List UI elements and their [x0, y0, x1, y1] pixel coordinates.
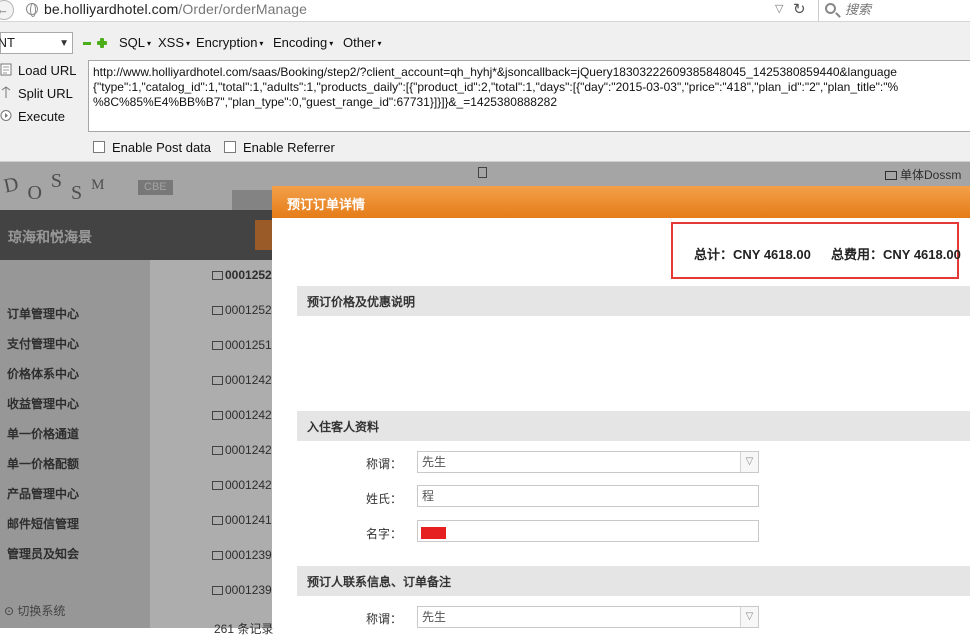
minus-icon[interactable] [83, 42, 91, 45]
search-icon [825, 3, 836, 14]
url-line: http://www.holliyardhotel.com/saas/Booki… [93, 65, 897, 79]
chevron-down-icon: ▼ [59, 38, 69, 49]
section-price-info: 预订价格及优惠说明 [297, 286, 970, 316]
hackbar-toolbar: INT ▼ SQL XSS Encryption Encoding Other … [0, 22, 970, 162]
chevron-down-icon: ▽ [740, 607, 758, 627]
plus-icon[interactable] [97, 38, 107, 48]
checkbox-box[interactable] [224, 141, 236, 153]
contact-title-label: 称谓： [365, 612, 402, 626]
enable-post-label: Enable Post data [112, 140, 212, 155]
guest-surname-label: 姓氏： [365, 492, 402, 506]
total-amount: 总计：CNY 4618.00 [694, 247, 811, 262]
url-path: /Order/orderManage [178, 1, 308, 17]
split-url-button[interactable]: Split URL [0, 84, 80, 104]
search-input[interactable] [845, 2, 965, 17]
guest-name-input[interactable] [417, 520, 759, 542]
menu-encoding[interactable]: Encoding [273, 35, 333, 50]
globe-icon [26, 3, 38, 17]
dialog-header: 预订订单详情 [272, 186, 970, 218]
redaction-mark [421, 527, 446, 539]
int-select[interactable]: INT ▼ [0, 32, 73, 54]
url-line: {"type":1,"catalog_id":1,"total":1,"adul… [93, 80, 899, 94]
menu-encryption[interactable]: Encryption [196, 35, 263, 50]
contact-title-value: 先生 [422, 610, 447, 624]
total-fee: 总费用：CNY 4618.00 [831, 247, 961, 262]
search-box[interactable] [818, 0, 970, 21]
url-host: be.holliyardhotel.com [44, 1, 179, 17]
split-url-icon [1, 86, 11, 98]
menu-xss[interactable]: XSS [158, 35, 190, 50]
load-url-label: Load URL [18, 63, 77, 78]
guest-name-label: 名字： [365, 527, 402, 541]
menu-other[interactable]: Other [343, 35, 382, 50]
section-guest-info: 入住客人资料 [297, 411, 970, 441]
guest-surname-input[interactable]: 程 [417, 485, 759, 507]
execute-icon [0, 110, 12, 121]
section-title: 预订人联系信息、订单备注 [307, 575, 452, 589]
load-url-button[interactable]: Load URL [0, 61, 80, 81]
reload-icon[interactable]: ↻ [793, 0, 806, 18]
execute-button[interactable]: Execute [0, 107, 80, 127]
execute-label: Execute [18, 109, 65, 124]
guest-title-select[interactable]: 先生 ▽ [417, 451, 759, 473]
address-bar: ← be.holliyardhotel.com/Order/orderManag… [0, 0, 970, 22]
guest-title-label: 称谓： [365, 457, 402, 471]
order-detail-dialog: 预订订单详情 总计：CNY 4618.00 总费用：CNY 4618.00 预订… [272, 186, 970, 628]
guest-title-value: 先生 [422, 455, 447, 469]
contact-title-select[interactable]: 先生 ▽ [417, 606, 759, 628]
hackbar-url-textarea[interactable]: http://www.holliyardhotel.com/saas/Booki… [88, 60, 970, 132]
chevron-down-icon: ▽ [740, 452, 758, 472]
int-select-value: INT [0, 35, 15, 50]
enable-referrer-label: Enable Referrer [243, 140, 335, 155]
back-button[interactable]: ← [0, 0, 14, 20]
section-title: 入住客人资料 [307, 420, 380, 434]
menu-sql[interactable]: SQL [119, 35, 151, 50]
history-dropdown-icon[interactable]: ▽ [775, 2, 783, 15]
section-title: 预订价格及优惠说明 [307, 295, 416, 309]
load-url-icon [0, 63, 12, 76]
url-field[interactable]: be.holliyardhotel.com/Order/orderManage [44, 1, 307, 17]
dialog-title: 预订订单详情 [287, 197, 366, 212]
section-contact-info: 预订人联系信息、订单备注 [297, 566, 970, 596]
url-line: %8C%85%E4%BB%B7","plan_type":0,"guest_ra… [93, 95, 557, 109]
split-url-label: Split URL [18, 86, 73, 101]
checkbox-box[interactable] [93, 141, 105, 153]
